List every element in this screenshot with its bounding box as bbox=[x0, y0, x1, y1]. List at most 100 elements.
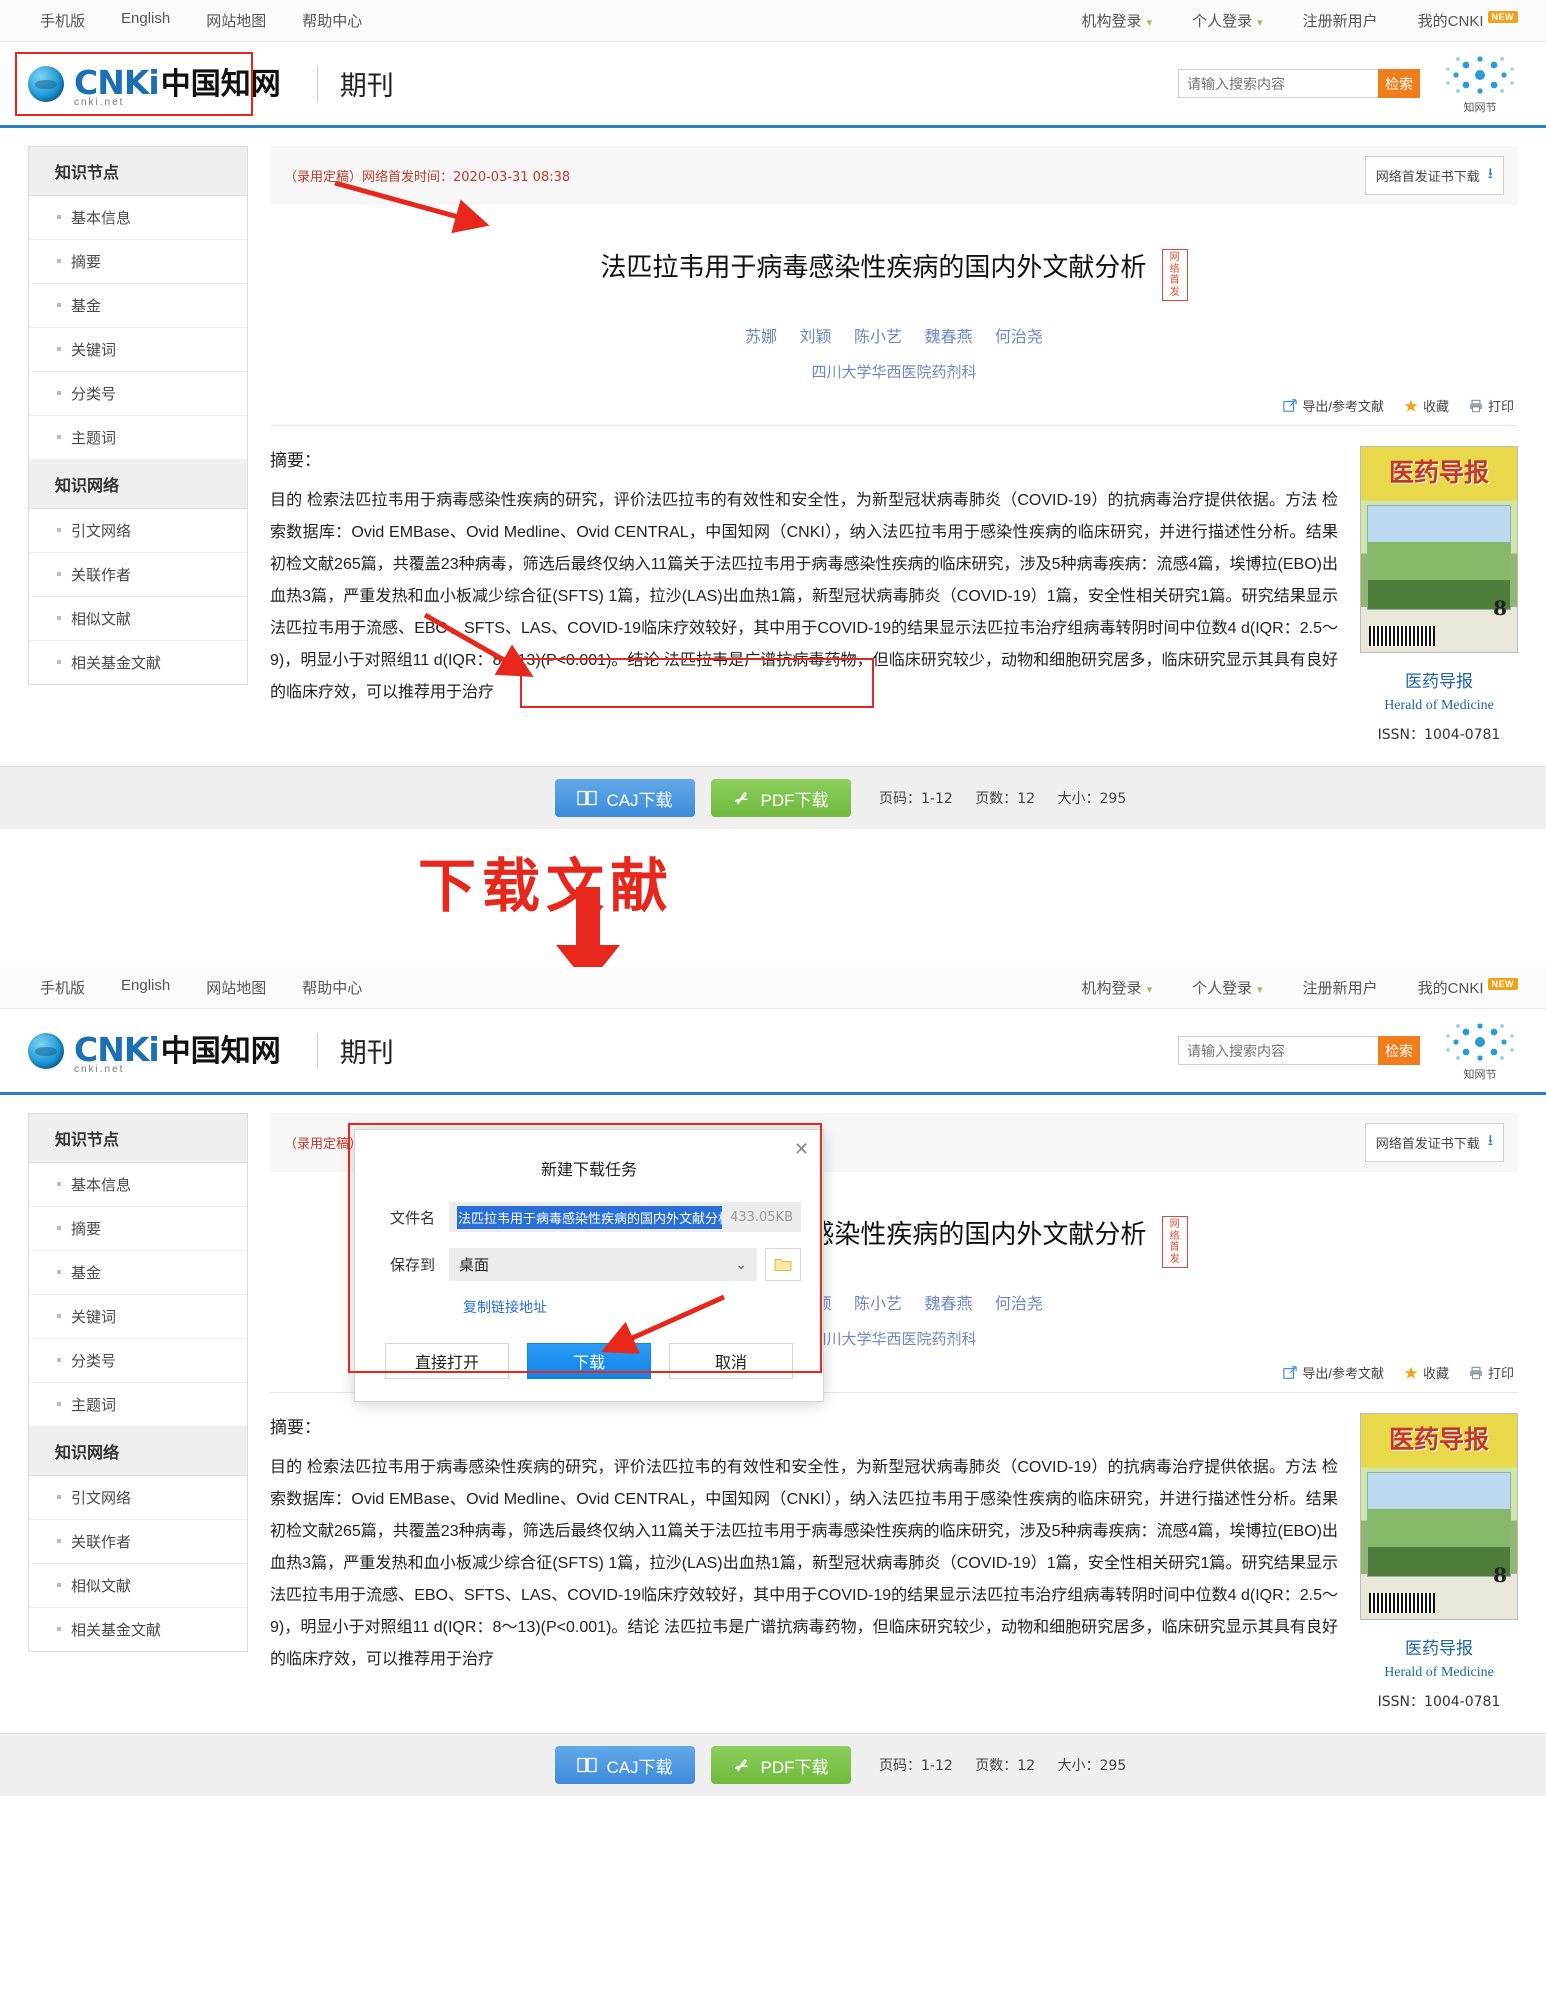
sidebar-item-fund[interactable]: 基金 bbox=[29, 284, 247, 328]
search-input[interactable] bbox=[1178, 69, 1378, 98]
org-login-link[interactable]: 机构登录 ▾ bbox=[1082, 10, 1153, 31]
journal-english-name-2[interactable]: Herald of Medicine bbox=[1360, 1665, 1518, 1681]
cancel-button[interactable]: 取消 bbox=[669, 1343, 793, 1379]
utility-link-mobile[interactable]: 手机版 bbox=[40, 10, 85, 31]
sidebar-item-citation-network-2[interactable]: 引文网络 bbox=[29, 1476, 247, 1520]
sidebar-item-fund-2[interactable]: 基金 bbox=[29, 1251, 247, 1295]
personal-login-link-2[interactable]: 个人登录 ▾ bbox=[1192, 977, 1263, 998]
journal-cover-art-2 bbox=[1367, 1472, 1511, 1577]
sidebar-item-subject-terms-2[interactable]: 主题词 bbox=[29, 1383, 247, 1427]
first-publication-certificate-button-2[interactable]: 网络首发证书下载 ⭳ bbox=[1364, 1123, 1504, 1162]
utility-link-sitemap[interactable]: 网站地图 bbox=[206, 10, 266, 31]
pdf-download-button[interactable]: PDF下载 bbox=[711, 779, 851, 817]
browse-folder-button[interactable] bbox=[765, 1248, 801, 1281]
download-arrow-icon: ⭳ bbox=[1487, 164, 1493, 182]
abstract-section-2: 摘要： 目的 检索法匹拉韦用于病毒感染性疾病的研究，评价法匹拉韦的有效性和安全性… bbox=[270, 1393, 1518, 1711]
journal-cover-art bbox=[1367, 505, 1511, 610]
register-link-2[interactable]: 注册新用户 bbox=[1303, 977, 1378, 998]
author-link[interactable]: 何治尧 bbox=[995, 329, 1043, 346]
sidebar-item-subject-terms[interactable]: 主题词 bbox=[29, 416, 247, 460]
sidebar-item-citation-network[interactable]: 引文网络 bbox=[29, 509, 247, 553]
article-title: 法匹拉韦用于病毒感染性疾病的国内外文献分析 网络 首发 bbox=[600, 247, 1188, 301]
filename-input[interactable]: 法匹拉韦用于病毒感染性疾病的国内外文献分析_苏娜 433.05KB bbox=[449, 1202, 801, 1232]
my-cnki-link-2[interactable]: 我的CNKI NEW bbox=[1418, 977, 1518, 998]
cnki-logo[interactable]: CNKi 中国知网 cnki.net bbox=[18, 51, 295, 116]
utility-link-english[interactable]: English bbox=[121, 10, 170, 31]
export-reference-label-2: 导出/参考文献 bbox=[1302, 1366, 1384, 1381]
register-link[interactable]: 注册新用户 bbox=[1303, 10, 1378, 31]
pdf-download-button-2[interactable]: PDF下载 bbox=[711, 1746, 851, 1784]
close-icon[interactable]: ✕ bbox=[794, 1140, 809, 1158]
saveto-select[interactable]: 桌面 ⌄ bbox=[449, 1248, 757, 1281]
first-publication-certificate-button[interactable]: 网络首发证书下载 ⭳ bbox=[1364, 156, 1504, 195]
zhiwangjie-logo[interactable]: 知网节 bbox=[1442, 53, 1518, 115]
my-cnki-link[interactable]: 我的CNKI NEW bbox=[1418, 10, 1518, 31]
author-link[interactable]: 魏春燕 bbox=[924, 1296, 972, 1313]
article-title-text: 法匹拉韦用于病毒感染性疾病的国内外文献分析 bbox=[600, 252, 1147, 282]
sidebar-item-keywords[interactable]: 关键词 bbox=[29, 328, 247, 372]
journal-english-name[interactable]: Herald of Medicine bbox=[1360, 698, 1518, 714]
site-header-2: CNKi 中国知网 cnki.net 期刊 检索 bbox=[0, 1009, 1546, 1092]
favorite-button-2[interactable]: 收藏 bbox=[1404, 1363, 1449, 1382]
page-section-title: 期刊 bbox=[339, 71, 394, 101]
sidebar-item-related-fund-literature[interactable]: 相关基金文献 bbox=[29, 641, 247, 684]
first-publication-badge-line2-2: 首发 bbox=[1169, 1242, 1180, 1265]
author-link[interactable]: 陈小艺 bbox=[854, 1296, 902, 1313]
sidebar-item-related-authors[interactable]: 关联作者 bbox=[29, 553, 247, 597]
print-button-2[interactable]: 打印 bbox=[1469, 1363, 1514, 1382]
utility-link-english-2[interactable]: English bbox=[121, 977, 170, 998]
journal-cover-image[interactable]: 医药导报 8 bbox=[1360, 446, 1518, 653]
zhiwangjie-logo-2[interactable]: 知网节 bbox=[1442, 1020, 1518, 1082]
export-icon bbox=[1283, 398, 1298, 412]
journal-cover-image-2[interactable]: 医药导报 8 bbox=[1360, 1413, 1518, 1620]
caj-download-button[interactable]: CAJ下载 bbox=[555, 779, 695, 817]
journal-name-link[interactable]: 医药导报 bbox=[1360, 667, 1518, 692]
export-reference-button[interactable]: 导出/参考文献 bbox=[1283, 396, 1384, 415]
cnki-logo-2[interactable]: CNKi 中国知网 cnki.net bbox=[18, 1018, 295, 1083]
sidebar-item-abstract[interactable]: 摘要 bbox=[29, 240, 247, 284]
sidebar-item-abstract-2[interactable]: 摘要 bbox=[29, 1207, 247, 1251]
utility-link-sitemap-2[interactable]: 网站地图 bbox=[206, 977, 266, 998]
utility-right-links: 机构登录 ▾ 个人登录 ▾ 注册新用户 我的CNKI NEW bbox=[1082, 10, 1518, 31]
sidebar-group-title-knowledge-node-2: 知识节点 bbox=[29, 1114, 247, 1163]
favorite-button[interactable]: 收藏 bbox=[1404, 396, 1449, 415]
author-link[interactable]: 何治尧 bbox=[995, 1296, 1043, 1313]
open-directly-button[interactable]: 直接打开 bbox=[385, 1343, 509, 1379]
sidebar-item-related-authors-2[interactable]: 关联作者 bbox=[29, 1520, 247, 1564]
author-link[interactable]: 苏娜 bbox=[745, 329, 777, 346]
caj-download-label: CAJ下载 bbox=[606, 790, 673, 810]
affiliation-link[interactable]: 四川大学华西医院药剂科 bbox=[270, 361, 1518, 382]
export-reference-button-2[interactable]: 导出/参考文献 bbox=[1283, 1363, 1384, 1382]
filename-value: 法匹拉韦用于病毒感染性疾病的国内外文献分析_苏娜 bbox=[457, 1205, 723, 1229]
author-link[interactable]: 陈小艺 bbox=[854, 329, 902, 346]
sidebar-item-basic-info[interactable]: 基本信息 bbox=[29, 196, 247, 240]
sidebar-item-related-fund-literature-2[interactable]: 相关基金文献 bbox=[29, 1608, 247, 1651]
sidebar-item-basic-info-2[interactable]: 基本信息 bbox=[29, 1163, 247, 1207]
author-link[interactable]: 刘颖 bbox=[800, 329, 832, 346]
sidebar-item-similar-literature[interactable]: 相似文献 bbox=[29, 597, 247, 641]
site-header: CNKi 中国知网 cnki.net 期刊 检索 bbox=[0, 42, 1546, 125]
search-button[interactable]: 检索 bbox=[1378, 69, 1420, 98]
utility-link-help[interactable]: 帮助中心 bbox=[302, 10, 362, 31]
org-login-link-2[interactable]: 机构登录 ▾ bbox=[1082, 977, 1153, 998]
utility-link-mobile-2[interactable]: 手机版 bbox=[40, 977, 85, 998]
cnki-page-before-download: 手机版 English 网站地图 帮助中心 机构登录 ▾ 个人登录 ▾ 注册新用户 … bbox=[0, 0, 1546, 829]
print-button[interactable]: 打印 bbox=[1469, 396, 1514, 415]
sidebar-item-keywords-2[interactable]: 关键词 bbox=[29, 1295, 247, 1339]
filename-label: 文件名 bbox=[389, 1209, 435, 1227]
personal-login-link[interactable]: 个人登录 ▾ bbox=[1192, 10, 1263, 31]
search-button-2[interactable]: 检索 bbox=[1378, 1036, 1420, 1065]
search-input-2[interactable] bbox=[1178, 1036, 1378, 1065]
sidebar-item-similar-literature-2[interactable]: 相似文献 bbox=[29, 1564, 247, 1608]
journal-name-link-2[interactable]: 医药导报 bbox=[1360, 1634, 1518, 1659]
caj-download-button-2[interactable]: CAJ下载 bbox=[555, 1746, 695, 1784]
author-link[interactable]: 魏春燕 bbox=[924, 329, 972, 346]
sidebar-item-classification[interactable]: 分类号 bbox=[29, 372, 247, 416]
sidebar-item-classification-2[interactable]: 分类号 bbox=[29, 1339, 247, 1383]
download-arrow-icon: ⭳ bbox=[1487, 1131, 1493, 1149]
header-search-2: 检索 bbox=[1178, 1020, 1518, 1082]
utility-right-links-2: 机构登录 ▾ 个人登录 ▾ 注册新用户 我的CNKI NEW bbox=[1082, 977, 1518, 998]
utility-link-help-2[interactable]: 帮助中心 bbox=[302, 977, 362, 998]
download-button[interactable]: 下载 bbox=[527, 1343, 651, 1379]
copy-link-button[interactable]: 复制链接地址 bbox=[463, 1297, 801, 1317]
